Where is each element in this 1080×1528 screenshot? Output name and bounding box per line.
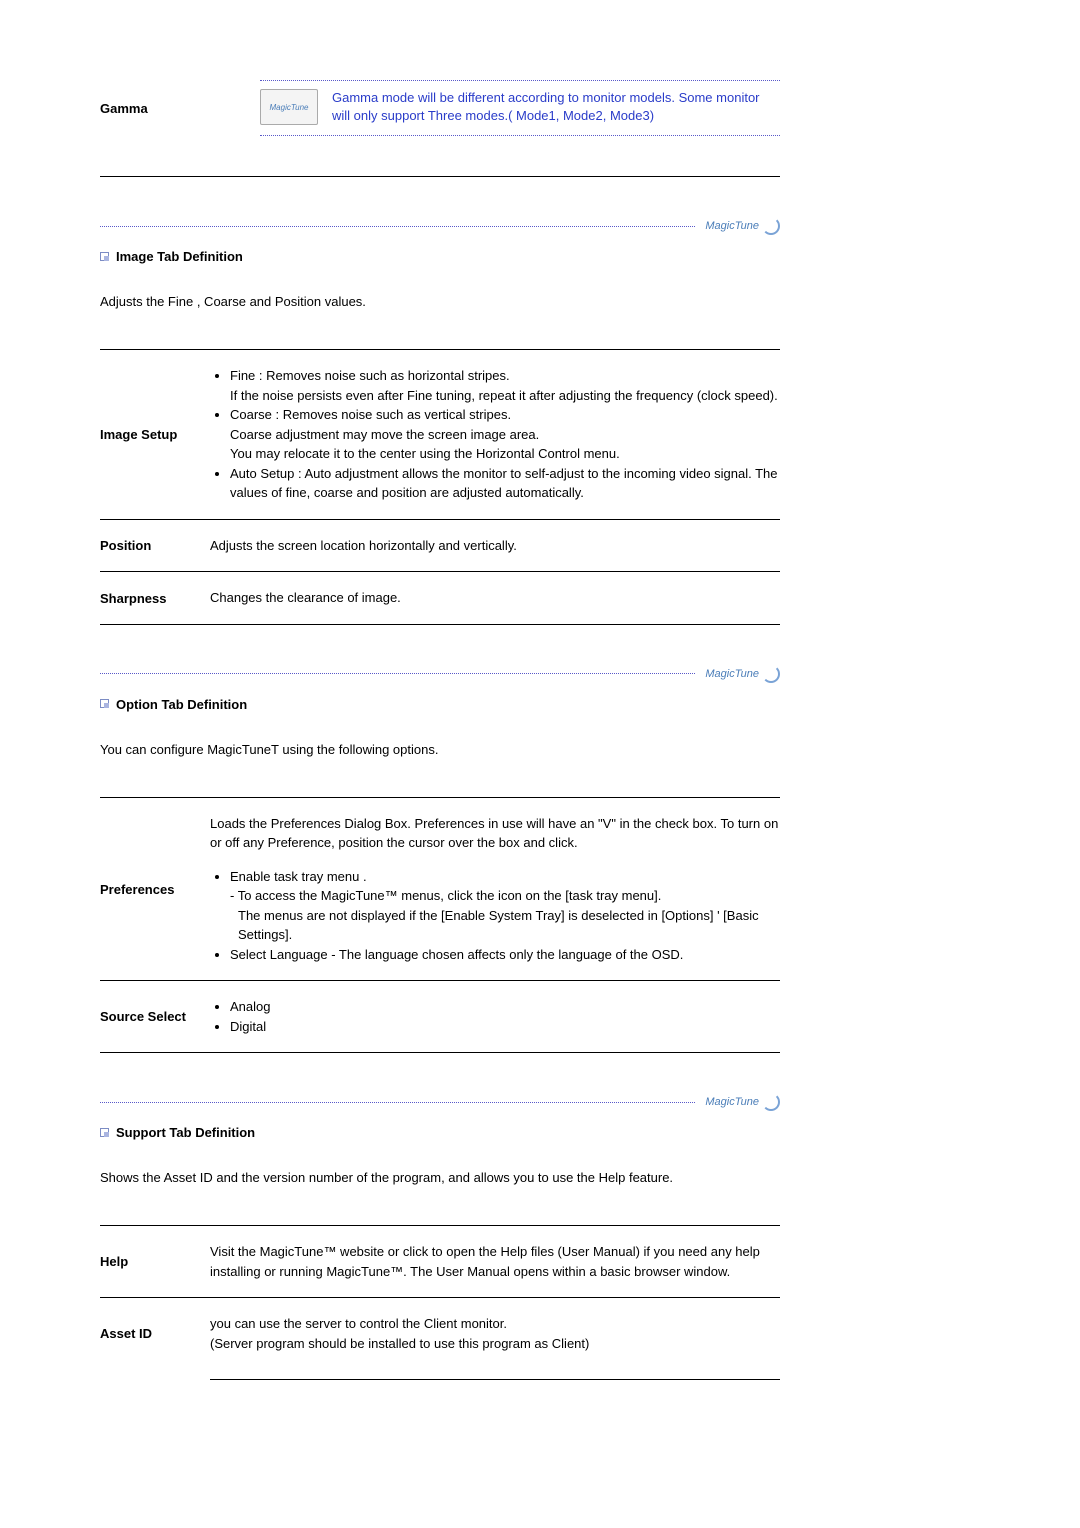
magictune-logo-small: MagicTune — [705, 665, 780, 683]
list-item: Select Language - The language chosen af… — [230, 945, 780, 965]
swirl-icon — [762, 217, 780, 235]
heading-text: Support Tab Definition — [116, 1125, 255, 1140]
solid-divider — [100, 176, 780, 177]
preferences-intro: Loads the Preferences Dialog Box. Prefer… — [210, 814, 780, 853]
gamma-note-wrap: MagicTune Gamma mode will be different a… — [260, 80, 780, 136]
list-item: Fine : Removes noise such as horizontal … — [230, 366, 780, 405]
dotted-fill — [100, 226, 695, 227]
table-row: Asset ID you can use the server to contr… — [100, 1297, 780, 1379]
table-row: Image Setup Fine : Removes noise such as… — [100, 349, 780, 519]
magictune-logo-small: MagicTune — [705, 217, 780, 235]
solid-divider — [100, 1052, 780, 1053]
option-tab-heading: Option Tab Definition — [100, 697, 780, 712]
row-label: Source Select — [100, 997, 210, 1036]
row-label: Position — [100, 536, 210, 556]
table-row: Sharpness Changes the clearance of image… — [100, 571, 780, 624]
table-row: Preferences Loads the Preferences Dialog… — [100, 797, 780, 981]
magictune-logo-small: MagicTune — [705, 1093, 780, 1111]
gamma-label: Gamma — [100, 101, 160, 116]
list-text: Fine : Removes noise such as horizontal … — [230, 368, 510, 383]
list-text: The menus are not displayed if the [Enab… — [238, 906, 780, 945]
row-content: Analog Digital — [210, 997, 780, 1036]
row-content: Changes the clearance of image. — [210, 588, 780, 608]
solid-divider-short — [210, 1379, 780, 1380]
list-text: Coarse adjustment may move the screen im… — [230, 427, 539, 442]
row-content: Loads the Preferences Dialog Box. Prefer… — [210, 814, 780, 965]
logo-text: MagicTune — [705, 220, 759, 232]
heading-text: Image Tab Definition — [116, 249, 243, 264]
list-item: Coarse : Removes noise such as vertical … — [230, 405, 780, 464]
row-content: Fine : Removes noise such as horizontal … — [210, 366, 780, 503]
row-label: Preferences — [100, 814, 210, 965]
row-content: Adjusts the screen location horizontally… — [210, 536, 780, 556]
heading-bullet-icon — [100, 699, 110, 709]
row-label: Image Setup — [100, 366, 210, 503]
support-tab-heading: Support Tab Definition — [100, 1125, 780, 1140]
table-row: Source Select Analog Digital — [100, 980, 780, 1052]
list-item: Analog — [230, 997, 780, 1017]
dotted-divider-bottom — [260, 135, 780, 136]
section-divider: MagicTune — [100, 665, 780, 683]
list-text: Coarse : Removes noise such as vertical … — [230, 407, 511, 422]
gamma-row: Gamma MagicTune Gamma mode will be diffe… — [100, 80, 780, 136]
image-tab-table: Image Setup Fine : Removes noise such as… — [100, 349, 780, 624]
list-text: Enable task tray menu . — [230, 869, 367, 884]
solid-divider — [100, 624, 780, 625]
heading-bullet-icon — [100, 1128, 110, 1138]
section-divider: MagicTune — [100, 217, 780, 235]
support-tab-table: Help Visit the MagicTune™ website or cli… — [100, 1225, 780, 1379]
heading-bullet-icon — [100, 252, 110, 262]
list-item: Auto Setup : Auto adjustment allows the … — [230, 464, 780, 503]
gamma-note-text: Gamma mode will be different according t… — [332, 89, 780, 125]
row-content: Visit the MagicTune™ website or click to… — [210, 1242, 780, 1281]
logo-text: MagicTune — [705, 668, 759, 680]
dotted-fill — [100, 1102, 695, 1103]
list-item: Enable task tray menu . - To access the … — [230, 867, 780, 945]
row-label: Help — [100, 1242, 210, 1281]
image-tab-heading: Image Tab Definition — [100, 249, 780, 264]
option-tab-table: Preferences Loads the Preferences Dialog… — [100, 797, 780, 1053]
asset-id-text2: (Server program should be installed to u… — [210, 1336, 589, 1351]
heading-text: Option Tab Definition — [116, 697, 247, 712]
table-row: Help Visit the MagicTune™ website or cli… — [100, 1225, 780, 1297]
list-text: If the noise persists even after Fine tu… — [230, 388, 778, 403]
row-label: Asset ID — [100, 1314, 210, 1353]
list-item: Digital — [230, 1017, 780, 1037]
gamma-body: MagicTune Gamma mode will be different a… — [260, 89, 780, 125]
row-content: you can use the server to control the Cl… — [210, 1314, 780, 1353]
swirl-icon — [762, 665, 780, 683]
list-text: - To access the MagicTune™ menus, click … — [230, 888, 661, 903]
swirl-icon — [762, 1093, 780, 1111]
logo-text: MagicTune — [705, 1096, 759, 1108]
magictune-logo-icon: MagicTune — [260, 89, 318, 125]
asset-id-text1: you can use the server to control the Cl… — [210, 1316, 507, 1331]
support-tab-desc: Shows the Asset ID and the version numbe… — [100, 1170, 780, 1185]
row-label: Sharpness — [100, 588, 210, 608]
image-tab-desc: Adjusts the Fine , Coarse and Position v… — [100, 294, 780, 309]
section-divider: MagicTune — [100, 1093, 780, 1111]
dotted-divider-top — [260, 80, 780, 81]
list-text: You may relocate it to the center using … — [230, 446, 620, 461]
table-row: Position Adjusts the screen location hor… — [100, 519, 780, 572]
option-tab-desc: You can configure MagicTuneT using the f… — [100, 742, 780, 757]
dotted-fill — [100, 673, 695, 674]
list-text: Auto Setup : Auto adjustment allows the … — [230, 466, 778, 501]
